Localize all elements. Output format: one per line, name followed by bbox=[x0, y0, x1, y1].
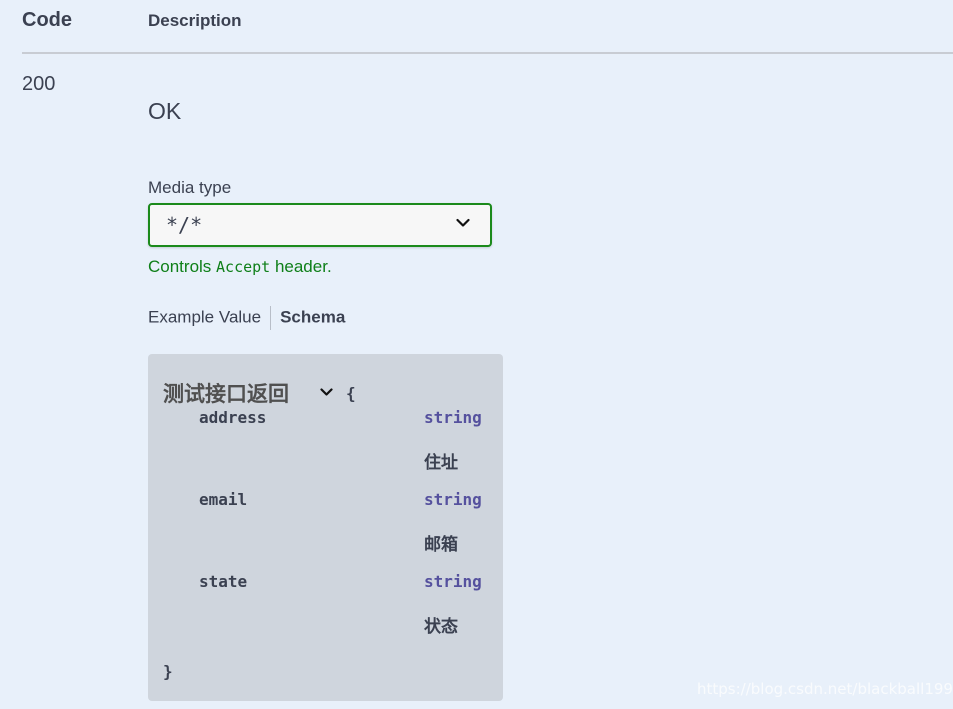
controls-suffix: header. bbox=[270, 257, 332, 276]
property-description: 状态 bbox=[424, 617, 458, 637]
controls-accept-code: Accept bbox=[216, 258, 271, 276]
column-header-code: Code bbox=[22, 9, 72, 31]
media-type-value: */* bbox=[166, 213, 203, 237]
property-type: string bbox=[424, 408, 482, 427]
brace-open: { bbox=[346, 384, 356, 403]
property-name: email bbox=[199, 490, 248, 509]
controls-accept-hint: Controls Accept header. bbox=[148, 257, 332, 277]
tab-example-value[interactable]: Example Value bbox=[148, 307, 261, 326]
tab-divider bbox=[270, 306, 272, 330]
chevron-down-icon[interactable] bbox=[320, 388, 333, 397]
tab-schema[interactable]: Schema bbox=[280, 307, 345, 326]
watermark-text: https://blog.csdn.net/blackball1998 bbox=[697, 680, 953, 698]
response-description: OK bbox=[148, 98, 182, 124]
property-name: address bbox=[199, 408, 267, 427]
property-description: 住址 bbox=[424, 453, 458, 473]
example-schema-tabs: Example Value Schema bbox=[148, 306, 345, 330]
property-name: state bbox=[199, 572, 248, 591]
property-description: 邮箱 bbox=[424, 535, 458, 555]
column-header-description: Description bbox=[148, 11, 242, 30]
brace-close: } bbox=[163, 662, 173, 681]
header-divider bbox=[22, 52, 953, 54]
response-code: 200 bbox=[22, 73, 56, 95]
property-type: string bbox=[424, 572, 482, 591]
property-type: string bbox=[424, 490, 482, 509]
controls-prefix: Controls bbox=[148, 257, 217, 276]
schema-model-box: 测试接口返回 { address string 住址 email string … bbox=[148, 354, 503, 701]
chevron-down-icon bbox=[456, 218, 470, 227]
media-type-select[interactable]: */* bbox=[148, 203, 492, 247]
media-type-label: Media type bbox=[148, 178, 232, 197]
model-title[interactable]: 测试接口返回 bbox=[163, 378, 289, 408]
